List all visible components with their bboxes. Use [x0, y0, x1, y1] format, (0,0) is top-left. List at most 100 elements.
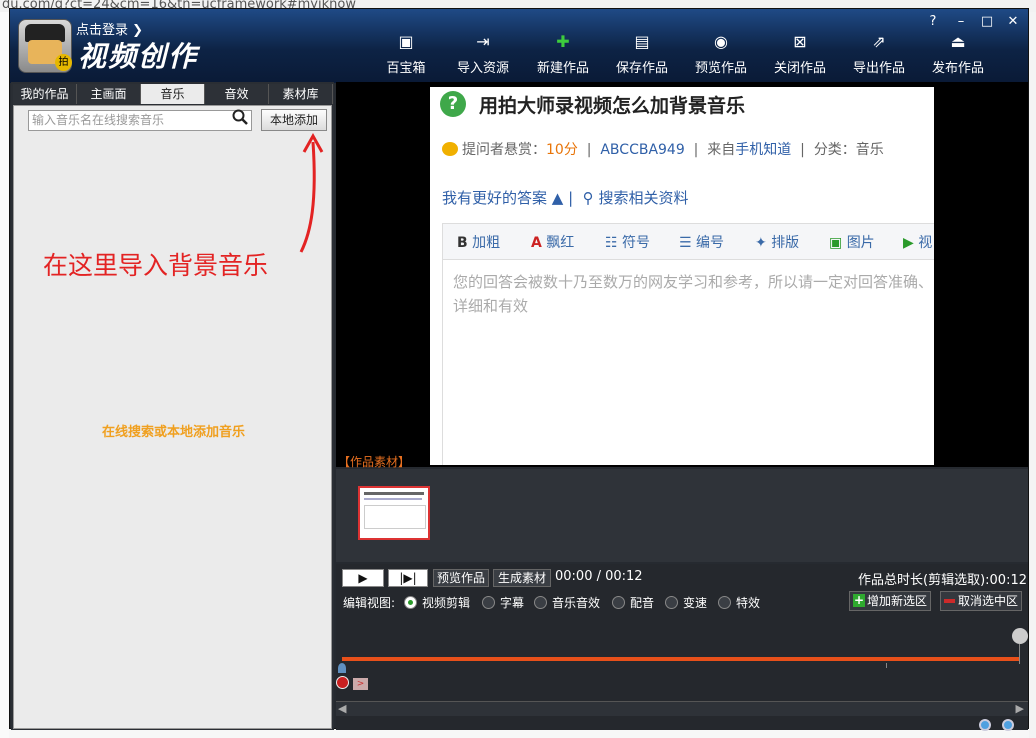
editor-toolbar: B 加粗 A 飘红 ☷ 符号 ☰ 编号 ✦ 排版 ▣ 图片 ▶ 视	[443, 224, 934, 260]
toolbar-label: 发布作品	[931, 61, 984, 76]
better-answer-row: 我有更好的答案 ▲ | ⚲ 搜索相关资料	[442, 189, 689, 207]
timeline-end-line	[1019, 644, 1020, 664]
zoom-out-icon[interactable]	[1002, 719, 1014, 731]
upload-icon: ⏏	[950, 32, 966, 51]
add-selection-button[interactable]: + 增加新选区	[849, 591, 931, 611]
image-tool: ▣ 图片	[829, 235, 875, 251]
empty-hint: 在线搜索或本地添加音乐	[101, 425, 245, 440]
export-icon: ⇗	[872, 32, 886, 51]
edit-view-label: 编辑视图:	[343, 596, 396, 610]
radio-dot	[404, 596, 417, 609]
browser-background-right	[1028, 12, 1036, 738]
new-icon: ✚	[556, 32, 570, 51]
music-search-input[interactable]: 输入音乐名在线搜索音乐	[28, 110, 252, 131]
total-duration: 作品总时长(剪辑选取):00:12	[858, 573, 1027, 588]
minimize-button[interactable]: –	[950, 13, 972, 31]
step-button[interactable]: |▶|	[388, 569, 428, 587]
view-radio-effects[interactable]: 特效	[718, 594, 760, 611]
save-icon: ▤	[634, 32, 650, 51]
plus-icon: +	[853, 593, 865, 607]
toolbar-save[interactable]: ▤ 保存作品	[606, 32, 678, 77]
tab-main-screen[interactable]: 主画面	[77, 84, 141, 104]
browser-background-left	[0, 12, 9, 738]
view-radio-speed[interactable]: 变速	[665, 594, 707, 611]
radio-dot	[612, 596, 625, 609]
toolbar-label: 关闭作品	[773, 61, 826, 76]
bold-tool: B 加粗	[457, 235, 501, 251]
generate-material-button[interactable]: 生成素材	[493, 569, 551, 587]
timeline-track[interactable]	[342, 657, 1020, 661]
editor-placeholder: 您的回答会被数十乃至数万的网友学习和参考，所以请一定对回答准确、详细和有效	[453, 273, 934, 315]
radio-dot	[718, 596, 731, 609]
red-tool: A 飘红	[531, 235, 575, 251]
scroll-left-icon: ◀	[338, 702, 347, 715]
add-local-button[interactable]: 本地添加	[261, 109, 327, 131]
preview-work-button[interactable]: 预览作品	[433, 569, 489, 587]
maximize-button[interactable]: □	[976, 13, 998, 31]
symbol-tool: ☷ 符号	[605, 235, 651, 251]
playhead-handle[interactable]	[338, 663, 346, 673]
toolbar-export[interactable]: ⇗ 导出作品	[843, 32, 915, 77]
title-bar: 拍 点击登录 ❯ 视频创作 ▣ 百宝箱 ⇥ 导入资源 ✚ 新建作品 ▤ 保存作品…	[10, 9, 1028, 83]
question-meta: 提问者悬赏：10分 | ABCCBA949 | 来自手机知道 | 分类：音乐	[442, 139, 884, 159]
logo-badge: 拍	[55, 54, 72, 71]
layout-tool: ✦ 排版	[755, 235, 800, 251]
question-icon: ?	[440, 91, 466, 117]
toolbar-import[interactable]: ⇥ 导入资源	[447, 32, 519, 77]
app-title: 视频创作	[78, 40, 199, 73]
app-logo: 拍	[18, 19, 72, 73]
search-icon[interactable]	[232, 109, 248, 125]
timeline-end-handle[interactable]	[1012, 628, 1028, 644]
record-marker[interactable]	[336, 676, 349, 689]
material-thumbnail[interactable]	[358, 486, 430, 540]
coin-icon	[442, 142, 458, 156]
toolbar-publish[interactable]: ⏏ 发布作品	[922, 32, 994, 77]
timeline-tick	[886, 663, 887, 668]
radio-dot	[665, 596, 678, 609]
radio-dot	[482, 596, 495, 609]
answer-editor: B 加粗 A 飘红 ☷ 符号 ☰ 编号 ✦ 排版 ▣ 图片 ▶ 视 您的回答会被…	[442, 223, 934, 465]
tab-bar: 我的作品 主画面 音乐 音效 素材库	[13, 84, 333, 104]
play-button[interactable]: ▶	[342, 569, 384, 587]
import-icon: ⇥	[476, 32, 490, 51]
view-radio-video-edit[interactable]: 视频剪辑	[404, 594, 470, 611]
toolbar-label: 导出作品	[852, 61, 905, 76]
preview-frame: ? 用拍大师录视频怎么加背景音乐 提问者悬赏：10分 | ABCCBA949 |…	[430, 87, 934, 465]
toolbar-preview[interactable]: ◉ 预览作品	[685, 32, 757, 77]
view-radio-subtitle[interactable]: 字幕	[482, 594, 524, 611]
tab-material-library[interactable]: 素材库	[269, 84, 333, 104]
tab-my-works[interactable]: 我的作品	[13, 84, 77, 104]
video-creation-window: 拍 点击登录 ❯ 视频创作 ▣ 百宝箱 ⇥ 导入资源 ✚ 新建作品 ▤ 保存作品…	[9, 8, 1029, 731]
toolbar-label: 百宝箱	[386, 61, 426, 76]
scroll-right-icon: ▶	[1015, 702, 1024, 715]
horizontal-scrollbar[interactable]: ◀ ▶	[336, 701, 1028, 716]
material-label: 【作品素材】	[338, 455, 411, 469]
eye-icon: ◉	[714, 32, 728, 51]
toolbar-close[interactable]: ⊠ 关闭作品	[764, 33, 836, 77]
treasure-box-icon: ▣	[398, 32, 414, 51]
toolbar-label: 导入资源	[456, 61, 509, 76]
toolbar-new[interactable]: ✚ 新建作品	[527, 32, 599, 77]
tab-music[interactable]: 音乐	[141, 84, 205, 104]
search-icon: ⚲	[582, 189, 594, 207]
tab-sound-effects[interactable]: 音效	[205, 84, 269, 104]
material-strip	[336, 469, 1028, 562]
marker-arrow-icon[interactable]: >	[353, 678, 368, 690]
minus-icon	[944, 599, 955, 603]
view-radio-dubbing[interactable]: 配音	[612, 594, 654, 611]
toolbar-label: 预览作品	[694, 61, 747, 76]
toolbar-label: 保存作品	[615, 61, 668, 76]
close-button[interactable]: ✕	[1002, 13, 1024, 31]
annotation-arrow	[299, 132, 324, 253]
help-button[interactable]: ?	[922, 13, 944, 31]
question-title: 用拍大师录视频怎么加背景音乐	[479, 95, 746, 117]
view-radio-music-effects[interactable]: 音乐音效	[534, 594, 600, 611]
timeline-controls: ▶ |▶| 预览作品 生成素材 00:00 / 00:12 作品总时长(剪辑选取…	[336, 564, 1028, 731]
video-tool: ▶ 视	[903, 235, 933, 251]
cancel-selection-button[interactable]: 取消选中区	[940, 591, 1022, 611]
radio-dot	[534, 596, 547, 609]
zoom-in-icon[interactable]	[979, 719, 991, 731]
toolbar-treasure-box[interactable]: ▣ 百宝箱	[370, 32, 442, 77]
number-tool: ☰ 编号	[679, 235, 725, 251]
music-pane: 输入音乐名在线搜索音乐 本地添加 在这里导入背景音乐 在线搜索或本地添加音乐	[13, 105, 332, 729]
